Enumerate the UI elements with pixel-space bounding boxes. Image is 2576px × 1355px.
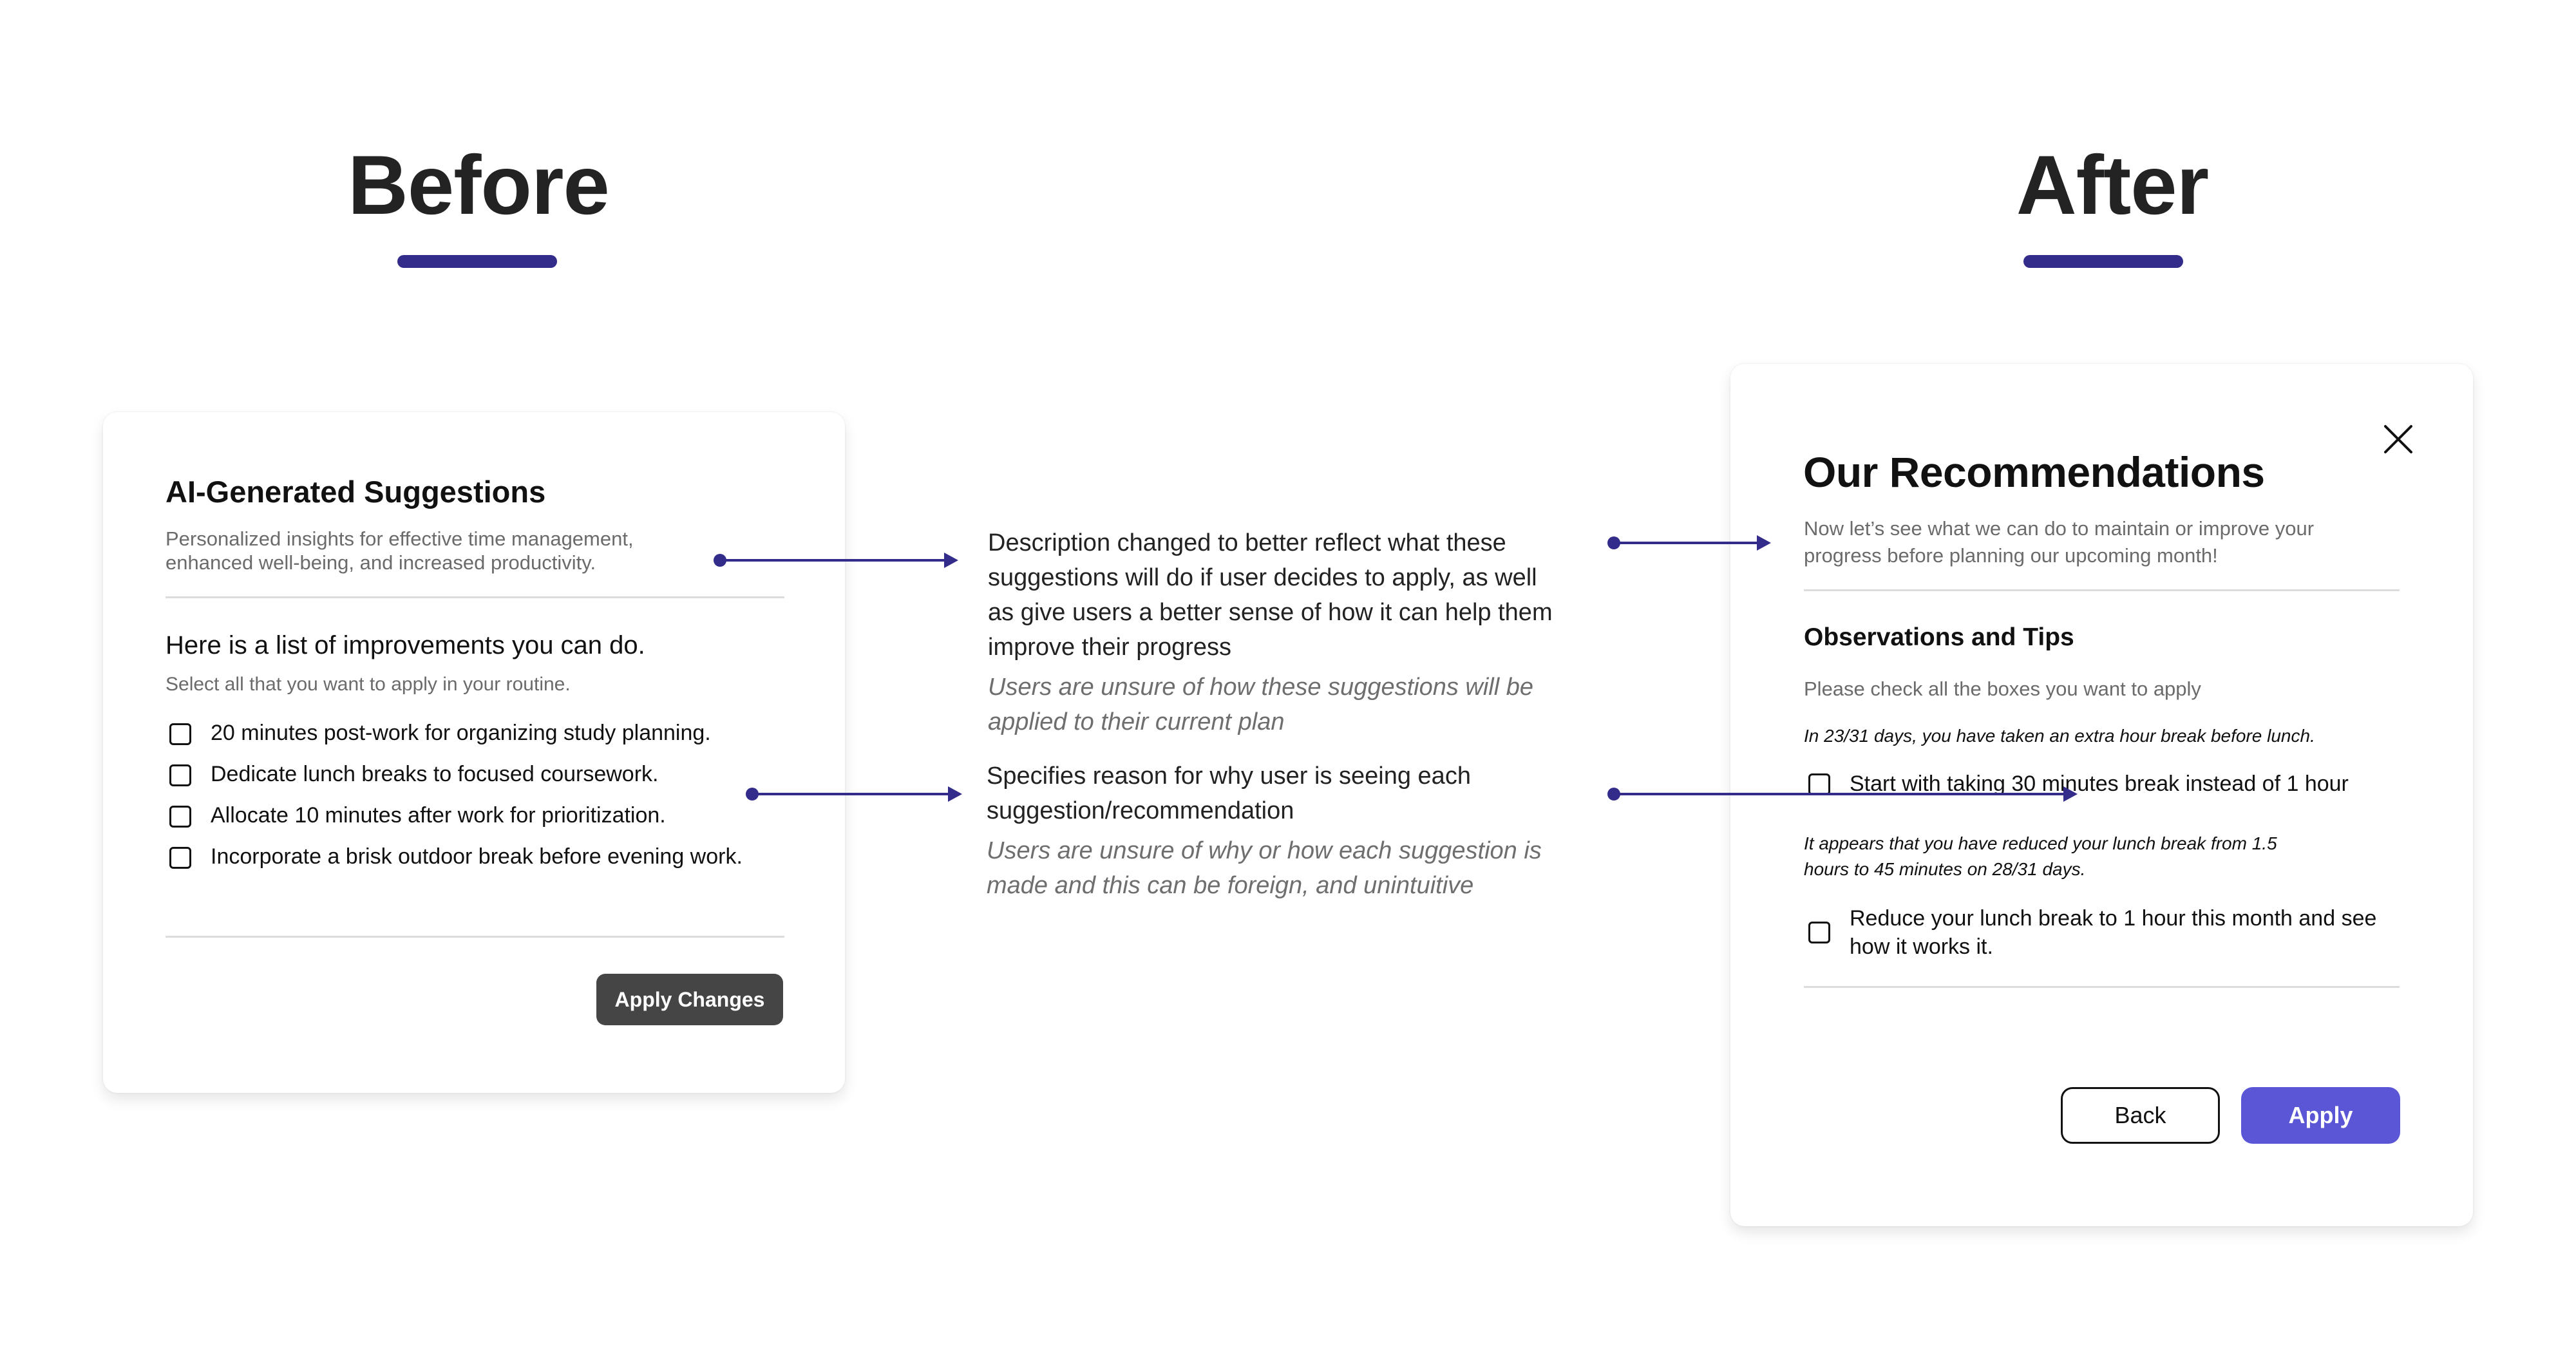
after-section-title: Observations and Tips	[1804, 623, 2074, 651]
annotation-problem-line: Users are unsure of how these suggestion…	[988, 674, 1534, 701]
back-button[interactable]: Back	[2061, 1087, 2220, 1144]
before-card-subtitle-line2: enhanced well-being, and increased produ…	[166, 551, 596, 574]
before-item-label: 20 minutes post-work for organizing stud…	[211, 721, 711, 745]
annotation-change-line: improve their progress	[988, 634, 1232, 661]
observation-text: It appears that you have reduced your lu…	[1804, 833, 2277, 853]
after-heading: After	[2016, 138, 2209, 232]
recommendation-label: Reduce your lunch break to 1 hour this m…	[1850, 906, 2377, 931]
before-card-divider-top	[166, 596, 784, 598]
before-item-label: Dedicate lunch breaks to focused coursew…	[211, 762, 659, 786]
before-item-checkbox[interactable]	[169, 764, 191, 786]
before-card-title: AI-Generated Suggestions	[166, 475, 546, 509]
annotation-change-line: Specifies reason for why user is seeing …	[987, 763, 1471, 790]
before-underline	[397, 255, 557, 268]
observation-text: hours to 45 minutes on 28/31 days.	[1804, 859, 2086, 879]
close-button[interactable]	[2382, 422, 2415, 456]
after-card-divider-bottom	[1804, 986, 2400, 988]
annotation-problem-line: Users are unsure of why or how each sugg…	[987, 837, 1542, 864]
annotation-problem-line: applied to their current plan	[988, 708, 1285, 735]
apply-changes-button[interactable]: Apply Changes	[596, 974, 783, 1025]
before-item-checkbox[interactable]	[169, 723, 191, 745]
close-icon	[2384, 425, 2412, 453]
before-card-divider-bottom	[166, 936, 784, 938]
after-card-divider-top	[1804, 589, 2400, 591]
annotation-change-line: suggestion/recommendation	[987, 797, 1294, 824]
before-item-label: Allocate 10 minutes after work for prior…	[211, 803, 666, 828]
before-section-title: Here is a list of improvements you can d…	[166, 631, 645, 659]
after-card-subtitle-line2: progress before planning our upcoming mo…	[1804, 544, 2218, 567]
before-item-label: Incorporate a brisk outdoor break before…	[211, 844, 743, 869]
recommendation-checkbox[interactable]	[1808, 773, 1830, 795]
recommendation-label: how it works it.	[1850, 934, 1993, 959]
recommendation-checkbox[interactable]	[1808, 922, 1830, 943]
before-heading: Before	[348, 138, 610, 232]
after-section-hint: Please check all the boxes you want to a…	[1804, 678, 2201, 700]
apply-button[interactable]: Apply	[2241, 1087, 2400, 1144]
recommendation-label: Start with taking 30 minutes break inste…	[1850, 772, 2349, 796]
before-item-checkbox[interactable]	[169, 806, 191, 828]
after-card-subtitle-line1: Now let’s see what we can do to maintain…	[1804, 517, 2315, 540]
before-item-checkbox[interactable]	[169, 847, 191, 869]
annotation-change-line: suggestions will do if user decides to a…	[988, 564, 1537, 591]
before-card-subtitle-line1: Personalized insights for effective time…	[166, 527, 634, 550]
before-section-hint: Select all that you want to apply in you…	[166, 674, 571, 695]
annotation-change-line: as give users a better sense of how it c…	[988, 599, 1553, 626]
after-underline	[2023, 255, 2183, 268]
annotation-problem-line: made and this can be foreign, and unintu…	[987, 872, 1474, 899]
after-card-title: Our Recommendations	[1803, 448, 2265, 496]
observation-text: In 23/31 days, you have taken an extra h…	[1804, 726, 2315, 746]
annotation-change-line: Description changed to better reflect wh…	[988, 529, 1506, 556]
